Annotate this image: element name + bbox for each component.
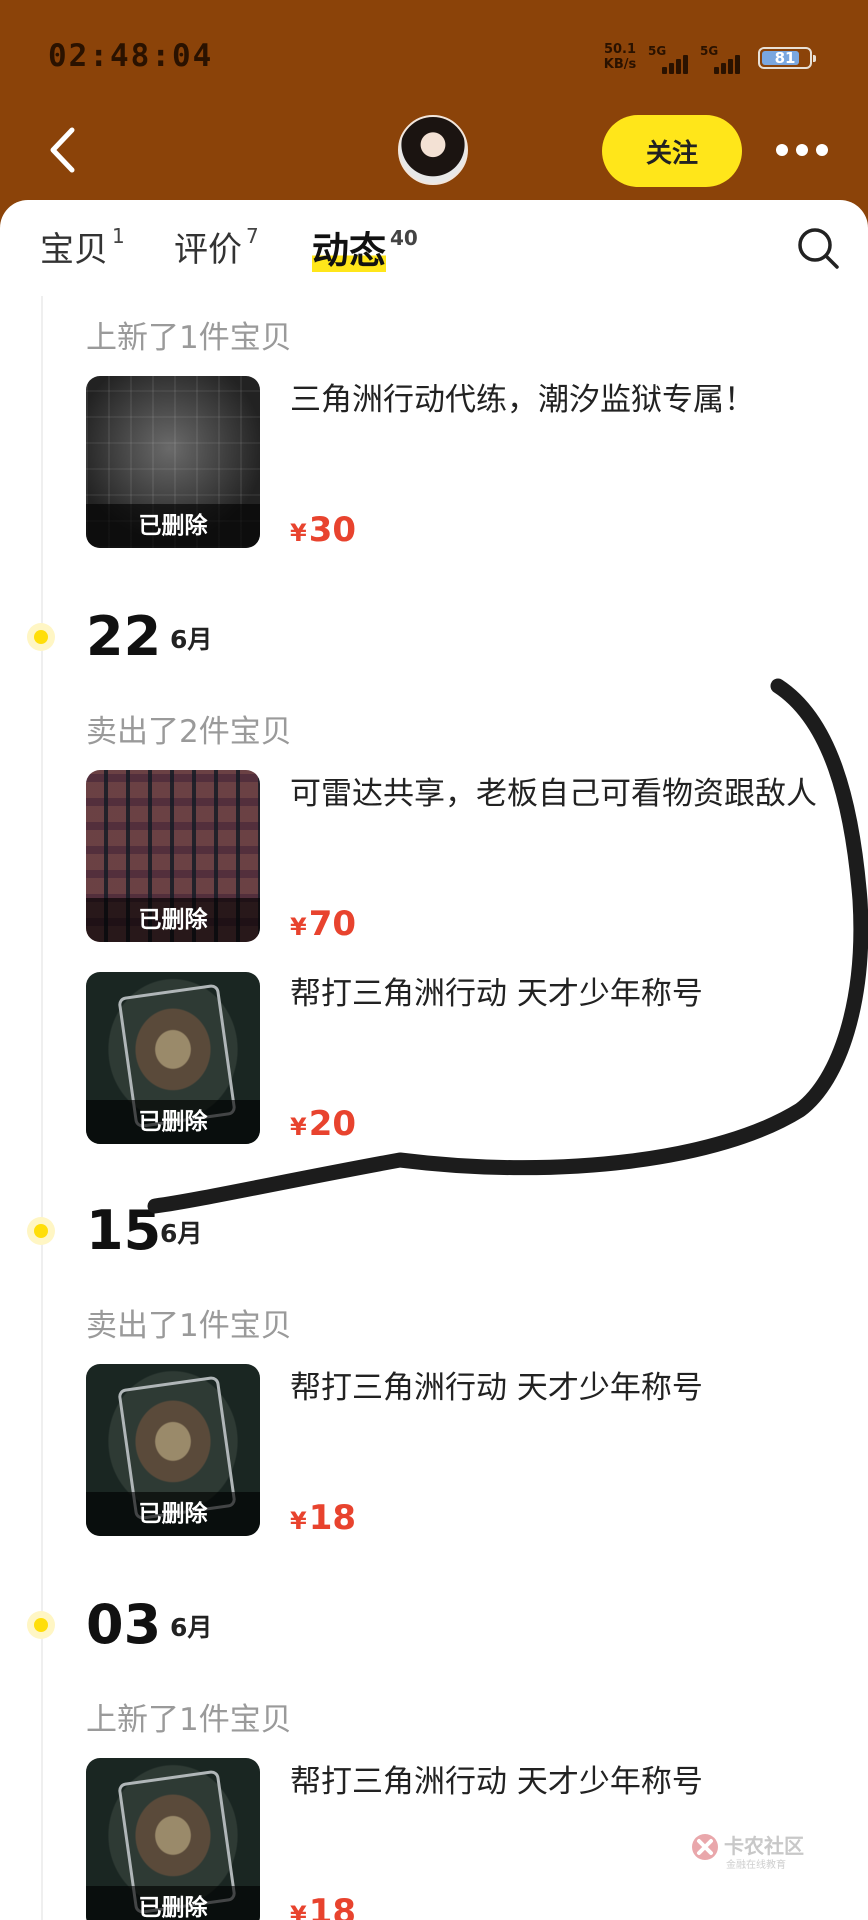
watermark-logo-icon bbox=[692, 1834, 718, 1860]
scribble-annotation bbox=[147, 678, 868, 1214]
watermark-name: 卡农社区 bbox=[724, 1834, 804, 1858]
watermark: 卡农社区 金融在线教育 bbox=[690, 1830, 810, 1871]
watermark-tagline: 金融在线教育 bbox=[726, 1860, 786, 1871]
